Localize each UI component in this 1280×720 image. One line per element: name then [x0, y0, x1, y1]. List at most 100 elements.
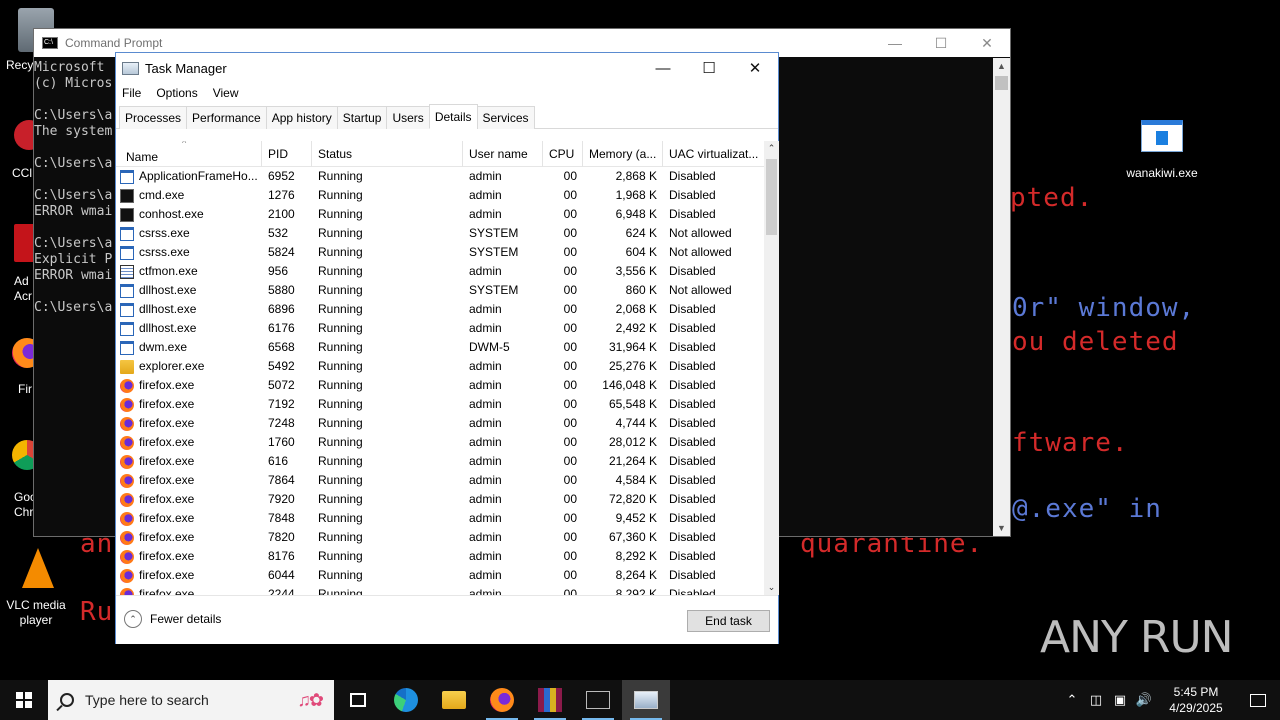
- desktop-icon-wanakiwi[interactable]: wanakiwi.exe: [1122, 120, 1202, 180]
- table-row[interactable]: csrss.exe 532 Running SYSTEM 00 624 K Not allo…: [116, 224, 764, 243]
- table-row[interactable]: firefox.exe 7864 Running admin 00 4,584 K Disa…: [116, 471, 764, 490]
- tab-startup[interactable]: Startup: [336, 106, 388, 129]
- cell-cpu: 00: [563, 397, 577, 411]
- scroll-up-icon[interactable]: ▲: [993, 58, 1010, 74]
- fewer-details-button[interactable]: ⌃ Fewer details: [124, 610, 221, 628]
- scroll-down-icon[interactable]: ▼: [993, 520, 1010, 536]
- cell-status: Running: [318, 568, 363, 582]
- maximize-icon[interactable]: ☐: [686, 53, 732, 83]
- table-row[interactable]: dwm.exe 6568 Running DWM-5 00 31,964 K Disable…: [116, 338, 764, 357]
- desktop-icon-label: Fir: [18, 382, 32, 396]
- scrollbar-thumb[interactable]: [766, 159, 777, 235]
- table-row[interactable]: firefox.exe 8176 Running admin 00 8,292 K Disa…: [116, 547, 764, 566]
- cmd-process-icon: [120, 207, 134, 222]
- table-row[interactable]: dllhost.exe 5880 Running SYSTEM 00 860 K Not a…: [116, 281, 764, 300]
- table-row[interactable]: conhost.exe 2100 Running admin 00 6,948 K Disa…: [116, 205, 764, 224]
- taskbar-command-prompt[interactable]: [574, 680, 622, 720]
- cell-status: Running: [318, 416, 363, 430]
- tm-tab-strip: Processes Performance App history Startu…: [116, 104, 778, 129]
- table-row[interactable]: firefox.exe 616 Running admin 00 21,264 K Disa…: [116, 452, 764, 471]
- firefox-process-icon: [120, 397, 134, 412]
- network-status-icon[interactable]: ◫: [1084, 692, 1108, 708]
- task-manager-window[interactable]: Task Manager — ☐ ✕ File Options View Pro…: [115, 52, 779, 644]
- task-view-button[interactable]: [334, 680, 382, 720]
- close-icon[interactable]: ✕: [732, 53, 778, 83]
- table-row[interactable]: dllhost.exe 6896 Running admin 00 2,068 K Disa…: [116, 300, 764, 319]
- table-row[interactable]: dllhost.exe 6176 Running admin 00 2,492 K Disa…: [116, 319, 764, 338]
- table-row[interactable]: cmd.exe 1276 Running admin 00 1,968 K Disabled: [116, 186, 764, 205]
- taskbar-task-manager[interactable]: [622, 680, 670, 720]
- process-name: csrss.exe: [139, 245, 190, 259]
- cell-memory: 1,968 K: [615, 188, 657, 202]
- table-row[interactable]: ApplicationFrameHo... 6952 Running admin 00 2…: [116, 167, 764, 186]
- cell-cpu: 00: [563, 587, 577, 595]
- table-row[interactable]: csrss.exe 5824 Running SYSTEM 00 604 K Not all…: [116, 243, 764, 262]
- table-row[interactable]: firefox.exe 7920 Running admin 00 72,820 K Dis…: [116, 490, 764, 509]
- close-icon[interactable]: ✕: [964, 29, 1010, 57]
- cell-status: Running: [318, 454, 363, 468]
- table-header: ^ Name PID Status User name CPU Memory (…: [116, 141, 764, 167]
- column-header-name[interactable]: ^ Name: [116, 141, 262, 167]
- table-row[interactable]: firefox.exe 1760 Running admin 00 28,012 K Dis…: [116, 433, 764, 452]
- tab-services[interactable]: Services: [476, 106, 535, 129]
- folder-process-icon: [120, 359, 134, 374]
- taskbar-winrar[interactable]: [526, 680, 574, 720]
- taskbar-edge[interactable]: [382, 680, 430, 720]
- action-center-button[interactable]: [1236, 693, 1280, 707]
- column-header-cpu[interactable]: CPU: [543, 141, 583, 167]
- cell-pid: 2100: [268, 207, 295, 221]
- column-header-pid[interactable]: PID: [262, 141, 312, 167]
- firefox-process-icon: [120, 378, 134, 393]
- column-header-status[interactable]: Status: [312, 141, 463, 167]
- table-row[interactable]: firefox.exe 7192 Running admin 00 65,548 K Dis…: [116, 395, 764, 414]
- cmd-scrollbar[interactable]: ▲ ▼: [993, 58, 1010, 536]
- cell-pid: 5492: [268, 359, 295, 373]
- taskbar-firefox[interactable]: [478, 680, 526, 720]
- taskbar-search-box[interactable]: Type here to search ♫✿: [48, 680, 334, 720]
- column-header-uac-virtualization[interactable]: UAC virtualizat...: [663, 141, 764, 167]
- start-button[interactable]: [0, 680, 48, 720]
- minimize-icon[interactable]: —: [872, 29, 918, 57]
- menu-file[interactable]: File: [122, 86, 141, 100]
- table-row[interactable]: firefox.exe 5072 Running admin 00 146,048 K Di…: [116, 376, 764, 395]
- taskbar-clock[interactable]: 5:45 PM 4/29/2025: [1156, 684, 1236, 716]
- chevron-up-icon[interactable]: ⌃: [1060, 692, 1084, 708]
- table-row[interactable]: firefox.exe 2244 Running admin 00 8,292 K Disa…: [116, 585, 764, 595]
- task-manager-app-icon: [122, 61, 139, 75]
- table-row[interactable]: firefox.exe 7848 Running admin 00 9,452 K Disa…: [116, 509, 764, 528]
- scrollbar-thumb[interactable]: [995, 76, 1008, 90]
- volume-icon[interactable]: 🔊: [1132, 692, 1156, 708]
- scroll-up-icon[interactable]: ⌃: [764, 141, 779, 156]
- cell-uac-virtualization: Disabled: [669, 530, 716, 544]
- tm-title-bar[interactable]: Task Manager — ☐ ✕: [116, 53, 778, 83]
- column-header-memory[interactable]: Memory (a...: [583, 141, 663, 167]
- cell-memory: 67,360 K: [608, 530, 657, 544]
- end-task-button[interactable]: End task: [687, 610, 770, 632]
- tab-processes[interactable]: Processes: [119, 106, 188, 129]
- taskbar-file-explorer[interactable]: [430, 680, 478, 720]
- table-row[interactable]: firefox.exe 6044 Running admin 00 8,264 K Disa…: [116, 566, 764, 585]
- menu-view[interactable]: View: [213, 86, 239, 100]
- cell-cpu: 00: [563, 264, 577, 278]
- cell-pid: 7820: [268, 530, 295, 544]
- menu-options[interactable]: Options: [156, 86, 197, 100]
- table-row[interactable]: explorer.exe 5492 Running admin 00 25,276 K Di…: [116, 357, 764, 376]
- tab-details[interactable]: Details: [428, 104, 478, 129]
- network-icon[interactable]: ▣: [1108, 692, 1132, 708]
- table-row[interactable]: ctfmon.exe 956 Running admin 00 3,556 K Disabl…: [116, 262, 764, 281]
- cell-user-name: DWM-5: [469, 340, 510, 354]
- cell-user-name: admin: [469, 511, 502, 525]
- maximize-icon[interactable]: ☐: [918, 29, 964, 57]
- tab-performance[interactable]: Performance: [186, 106, 267, 129]
- tab-users[interactable]: Users: [386, 106, 430, 129]
- cell-cpu: 00: [563, 473, 577, 487]
- scroll-down-icon[interactable]: ⌄: [764, 580, 779, 595]
- tab-app-history[interactable]: App history: [265, 106, 338, 129]
- table-row[interactable]: firefox.exe 7820 Running admin 00 67,360 K Dis…: [116, 528, 764, 547]
- minimize-icon[interactable]: —: [640, 53, 686, 83]
- column-header-user-name[interactable]: User name: [463, 141, 543, 167]
- desktop-icon-label: VLC media player: [6, 598, 66, 627]
- table-row[interactable]: firefox.exe 7248 Running admin 00 4,744 K Disa…: [116, 414, 764, 433]
- table-scrollbar[interactable]: ⌃ ⌄: [764, 141, 779, 595]
- desktop-icon-vlc[interactable]: VLC media player: [0, 548, 76, 627]
